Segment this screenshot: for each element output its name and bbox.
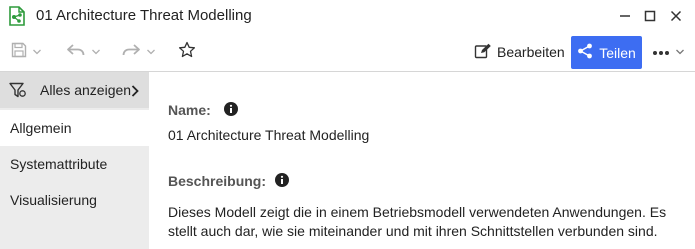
filter-icon <box>9 82 27 103</box>
model-file-icon <box>8 6 26 26</box>
star-icon <box>178 41 196 64</box>
sidebar-item-label: Allgemein <box>10 120 72 136</box>
undo-icon <box>66 42 86 63</box>
share-button[interactable]: Teilen <box>571 36 642 69</box>
edit-button[interactable]: Bearbeiten <box>470 38 569 66</box>
sidebar-item-label: Visualisierung <box>10 192 97 208</box>
filter-label: Alles anzeigen <box>40 82 132 98</box>
favorite-button[interactable] <box>178 40 196 64</box>
chevron-down-icon <box>33 49 41 55</box>
chevron-down-icon <box>147 49 155 55</box>
edit-icon <box>474 43 497 62</box>
sidebar: Alles anzeigen Allgemein Systemattribute… <box>0 72 149 249</box>
undo-button[interactable] <box>66 40 101 64</box>
description-value: Dieses Modell zeigt die in einem Betrieb… <box>168 204 667 239</box>
maximize-icon[interactable] <box>639 6 661 26</box>
share-button-label: Teilen <box>599 44 636 61</box>
sidebar-item-system-attributes[interactable]: Systemattribute <box>0 146 149 182</box>
filter-show-all[interactable]: Alles anzeigen <box>0 72 149 108</box>
chevron-right-icon <box>131 84 139 102</box>
save-icon <box>11 42 27 63</box>
name-label: Name: <box>168 102 211 118</box>
minimize-icon[interactable] <box>614 6 636 26</box>
sidebar-item-visualization[interactable]: Visualisierung <box>0 182 149 218</box>
sidebar-item-label: Systemattribute <box>10 156 108 172</box>
share-icon <box>577 43 599 62</box>
close-icon[interactable] <box>665 6 687 26</box>
redo-button[interactable] <box>121 40 156 64</box>
more-dots-icon <box>652 43 670 61</box>
chevron-down-icon <box>676 49 684 55</box>
description-label: Beschreibung: <box>168 173 267 189</box>
window-title: 01 Architecture Threat Modelling <box>36 7 252 24</box>
title-bar: 01 Architecture Threat Modelling <box>0 0 695 32</box>
main-panel: Name: 01 Architecture Threat Modelling B… <box>149 72 695 249</box>
chevron-down-icon <box>92 49 100 55</box>
save-button[interactable] <box>11 40 42 64</box>
redo-icon <box>121 42 141 63</box>
name-value: 01 Architecture Threat Modelling <box>168 127 370 143</box>
info-icon[interactable] <box>224 102 238 116</box>
sidebar-item-general[interactable]: Allgemein <box>0 110 149 146</box>
toolbar: Bearbeiten Teilen <box>0 32 695 72</box>
edit-button-label: Bearbeiten <box>497 44 565 60</box>
more-options-button[interactable] <box>652 40 685 64</box>
info-icon[interactable] <box>275 173 289 187</box>
